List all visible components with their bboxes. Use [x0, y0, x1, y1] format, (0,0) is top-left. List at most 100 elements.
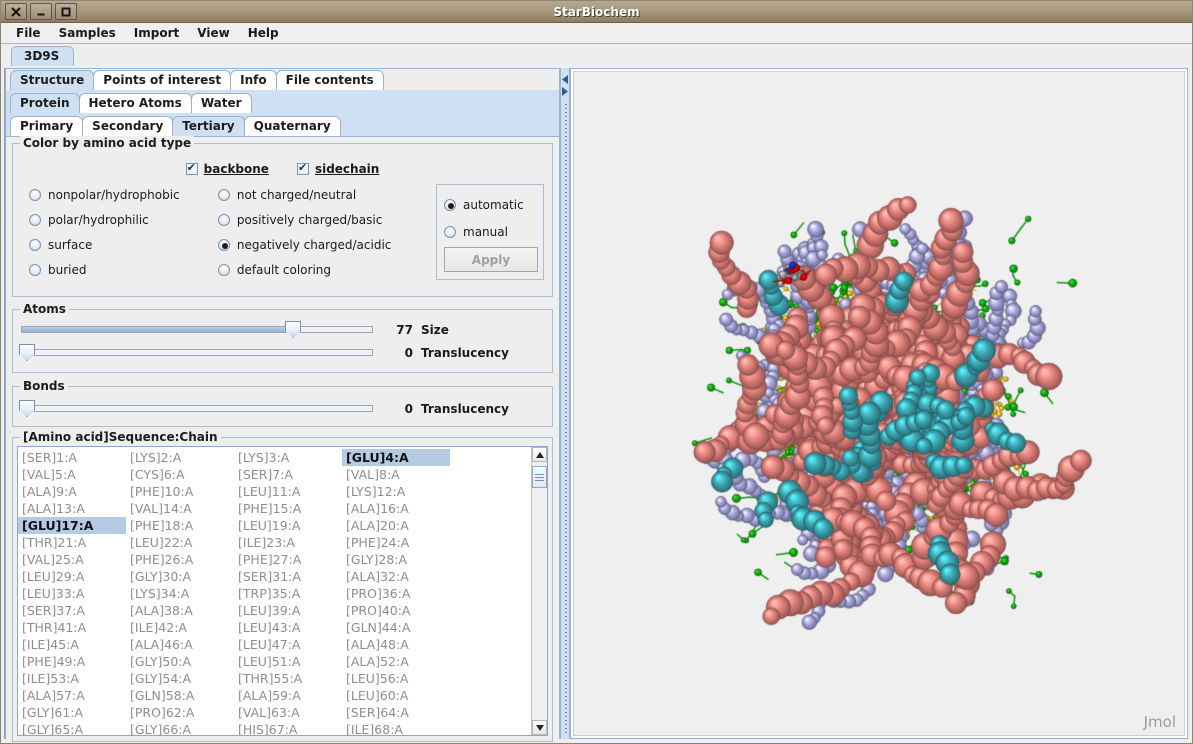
document-tab-3d9s[interactable]: 3D9S: [11, 46, 75, 66]
tab-protein[interactable]: Protein: [10, 93, 80, 113]
sequence-item[interactable]: [ALA]13:A: [18, 500, 126, 517]
sequence-item[interactable]: [LEU]22:A: [126, 534, 234, 551]
sequence-item[interactable]: [VAL]8:A: [342, 466, 450, 483]
menu-import[interactable]: Import: [125, 24, 188, 42]
minimize-icon[interactable]: [30, 3, 52, 20]
sequence-item[interactable]: [ALA]20:A: [342, 517, 450, 534]
sequence-item[interactable]: [PHE]27:A: [234, 551, 342, 568]
radio-not-charged-neutral[interactable]: not charged/neutral: [217, 182, 424, 207]
sequence-item[interactable]: [PHE]49:A: [18, 653, 126, 670]
radio-polar-hydrophilic[interactable]: polar/hydrophilic: [29, 207, 218, 232]
sequence-item[interactable]: [ALA]52:A: [342, 653, 450, 670]
menu-file[interactable]: File: [7, 24, 50, 42]
sequence-item[interactable]: [PHE]24:A: [342, 534, 450, 551]
sequence-item[interactable]: [LEU]51:A: [234, 653, 342, 670]
sequence-item[interactable]: [LEU]39:A: [234, 602, 342, 619]
sequence-item[interactable]: [ILE]42:A: [126, 619, 234, 636]
tab-secondary[interactable]: Secondary: [82, 116, 174, 136]
sequence-item[interactable]: [ILE]23:A: [234, 534, 342, 551]
sequence-item[interactable]: [LEU]43:A: [234, 619, 342, 636]
sequence-item[interactable]: [ILE]68:A: [342, 721, 450, 735]
sequence-item[interactable]: [VAL]63:A: [234, 704, 342, 721]
sequence-item[interactable]: [PRO]40:A: [342, 602, 450, 619]
sequence-item[interactable]: [PHE]15:A: [234, 500, 342, 517]
collapse-left-icon[interactable]: [561, 74, 569, 84]
sequence-item[interactable]: [PRO]36:A: [342, 585, 450, 602]
sequence-item[interactable]: [ALA]57:A: [18, 687, 126, 704]
sequence-item[interactable]: [SER]31:A: [234, 568, 342, 585]
split-pane-divider[interactable]: [560, 68, 570, 739]
sequence-item[interactable]: [TRP]35:A: [234, 585, 342, 602]
sequence-item[interactable]: [VAL]25:A: [18, 551, 126, 568]
sequence-item[interactable]: [LEU]56:A: [342, 670, 450, 687]
sequence-item[interactable]: [ALA]16:A: [342, 500, 450, 517]
sequence-item[interactable]: [SER]37:A: [18, 602, 126, 619]
sequence-item[interactable]: [LEU]19:A: [234, 517, 342, 534]
sequence-item[interactable]: [THR]21:A: [18, 534, 126, 551]
scroll-up-icon[interactable]: [532, 447, 547, 462]
tab-tertiary[interactable]: Tertiary: [172, 116, 245, 136]
sequence-item[interactable]: [GLY]54:A: [126, 670, 234, 687]
tab-info[interactable]: Info: [230, 70, 277, 90]
sequence-item[interactable]: [ALA]46:A: [126, 636, 234, 653]
tab-quaternary[interactable]: Quaternary: [243, 116, 341, 136]
sequence-item[interactable]: [ALA]48:A: [342, 636, 450, 653]
close-icon[interactable]: [5, 3, 27, 20]
radio-default-coloring[interactable]: default coloring: [217, 257, 424, 282]
sequence-item[interactable]: [CYS]6:A: [126, 466, 234, 483]
tab-water[interactable]: Water: [190, 93, 252, 113]
sequence-item[interactable]: [HIS]67:A: [234, 721, 342, 735]
atom-translucency-slider[interactable]: [19, 344, 373, 361]
radio-positively-charged-basic[interactable]: positively charged/basic: [217, 207, 424, 232]
atom-size-slider[interactable]: [21, 321, 373, 338]
menu-help[interactable]: Help: [239, 24, 288, 42]
sequence-item[interactable]: [LYS]3:A: [234, 449, 342, 466]
radio-manual[interactable]: manual: [444, 218, 536, 245]
sequence-item[interactable]: [PHE]18:A: [126, 517, 234, 534]
sequence-list[interactable]: [SER]1:A [LYS]2:A [LYS]3:A [GLU]4:A [VAL]5:A…: [18, 447, 531, 735]
sequence-item[interactable]: [ILE]53:A: [18, 670, 126, 687]
sequence-item[interactable]: [LYS]2:A: [126, 449, 234, 466]
sequence-item[interactable]: [LYS]34:A: [126, 585, 234, 602]
sequence-item[interactable]: [LEU]33:A: [18, 585, 126, 602]
tab-primary[interactable]: Primary: [10, 116, 84, 136]
molecule-viewer-panel[interactable]: Jmol: [570, 68, 1188, 739]
radio-automatic[interactable]: automatic: [444, 191, 536, 218]
sequence-item[interactable]: [GLY]65:A: [18, 721, 126, 735]
tab-hetero-atoms[interactable]: Hetero Atoms: [78, 93, 192, 113]
sequence-item[interactable]: [THR]41:A: [18, 619, 126, 636]
scroll-down-icon[interactable]: [532, 720, 547, 735]
sequence-item[interactable]: [ALA]9:A: [18, 483, 126, 500]
atom-size-thumb[interactable]: [285, 321, 301, 338]
sequence-item[interactable]: [LYS]12:A: [342, 483, 450, 500]
sequence-item[interactable]: [THR]55:A: [234, 670, 342, 687]
checkbox-backbone[interactable]: backbone: [185, 160, 269, 178]
sequence-item[interactable]: [ILE]45:A: [18, 636, 126, 653]
sequence-item[interactable]: [VAL]14:A: [126, 500, 234, 517]
sequence-item[interactable]: [PHE]26:A: [126, 551, 234, 568]
sequence-item[interactable]: [VAL]5:A: [18, 466, 126, 483]
sequence-item[interactable]: [PHE]10:A: [126, 483, 234, 500]
molecule-viewer-canvas-area[interactable]: Jmol: [573, 71, 1185, 736]
checkbox-sidechain[interactable]: sidechain: [296, 160, 379, 178]
sequence-item[interactable]: [GLU]17:A: [18, 517, 126, 534]
sequence-item[interactable]: [ALA]32:A: [342, 568, 450, 585]
menu-samples[interactable]: Samples: [50, 24, 125, 42]
sequence-item[interactable]: [ALA]59:A: [234, 687, 342, 704]
collapse-right-icon[interactable]: [561, 86, 569, 96]
sequence-item[interactable]: [GLY]66:A: [126, 721, 234, 735]
sequence-item[interactable]: [LEU]60:A: [342, 687, 450, 704]
sequence-item[interactable]: [GLN]44:A: [342, 619, 450, 636]
sequence-item[interactable]: [ALA]38:A: [126, 602, 234, 619]
sequence-scrollbar[interactable]: [531, 447, 547, 735]
molecule-3d-canvas[interactable]: [574, 72, 1184, 735]
tab-file-contents[interactable]: File contents: [275, 70, 384, 90]
radio-nonpolar-hydrophobic[interactable]: nonpolar/hydrophobic: [29, 182, 218, 207]
sequence-item[interactable]: [LEU]29:A: [18, 568, 126, 585]
bond-translucency-thumb[interactable]: [19, 400, 35, 417]
sequence-item[interactable]: [GLN]58:A: [126, 687, 234, 704]
sequence-item[interactable]: [GLY]28:A: [342, 551, 450, 568]
menu-view[interactable]: View: [188, 24, 238, 42]
scrollbar-trough[interactable]: [532, 462, 547, 720]
sequence-item[interactable]: [LEU]47:A: [234, 636, 342, 653]
